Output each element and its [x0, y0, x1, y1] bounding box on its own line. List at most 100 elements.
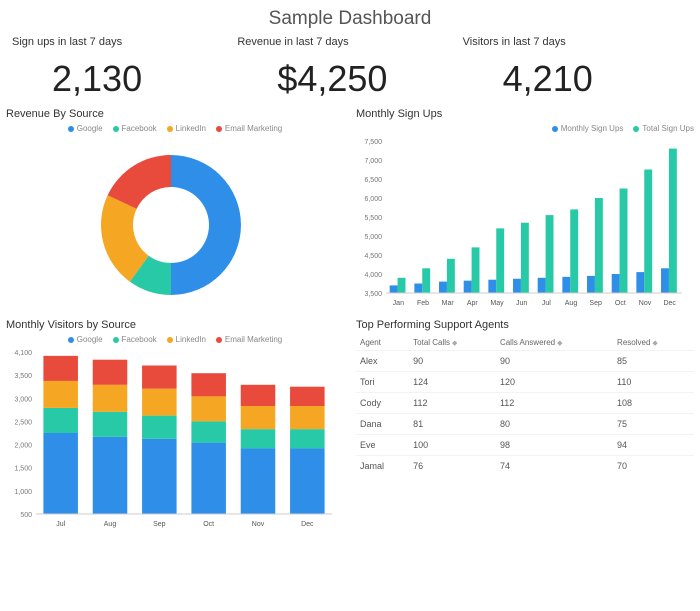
kpi-row: Sign ups in last 7 days 2,130 Revenue in… [0, 36, 700, 100]
table-cell: 100 [409, 435, 496, 456]
panel-monthly-signups: Monthly Sign Ups Monthly Sign Ups Total … [356, 108, 694, 307]
legend-dot-linkedin-icon [167, 126, 173, 132]
table-cell: 124 [409, 372, 496, 393]
kpi-visitors: Visitors in last 7 days 4,210 [463, 36, 688, 100]
legend: Monthly Sign Ups Total Sign Ups [356, 124, 694, 133]
panel-title: Monthly Visitors by Source [6, 319, 344, 331]
table-cell: Tori [356, 372, 409, 393]
svg-text:Jul: Jul [56, 521, 65, 528]
kpi-label: Sign ups in last 7 days [12, 36, 237, 48]
svg-text:5,500: 5,500 [364, 215, 382, 222]
table-header[interactable]: Calls Answered◆ [496, 335, 613, 351]
table-cell: 90 [496, 351, 613, 372]
panel-title: Top Performing Support Agents [356, 319, 694, 331]
visitors-chart: 4,1003,5003,0002,5002,0001,5001,000500Ju… [6, 348, 336, 528]
table-cell: 80 [496, 414, 613, 435]
svg-text:Sep: Sep [153, 521, 166, 528]
svg-text:Sep: Sep [589, 300, 602, 307]
table-cell: 120 [496, 372, 613, 393]
panel-title: Revenue By Source [6, 108, 344, 120]
table-row: Alex909085 [356, 351, 694, 372]
legend-dot-email-icon [216, 337, 222, 343]
kpi-label: Revenue in last 7 days [237, 36, 462, 48]
sort-icon[interactable]: ◆ [652, 340, 657, 347]
table-cell: 85 [613, 351, 694, 372]
table-cell: Alex [356, 351, 409, 372]
svg-text:6,500: 6,500 [364, 177, 382, 184]
panel-monthly-visitors: Monthly Visitors by Source Google Facebo… [6, 319, 344, 528]
agents-table: AgentTotal Calls◆Calls Answered◆Resolved… [356, 335, 694, 476]
svg-text:4,000: 4,000 [364, 272, 382, 279]
legend-dot-facebook-icon [113, 337, 119, 343]
table-row: Tori124120110 [356, 372, 694, 393]
svg-text:6,000: 6,000 [364, 196, 382, 203]
svg-text:Apr: Apr [467, 300, 479, 307]
legend-label: Google [77, 335, 103, 344]
table-cell: 90 [409, 351, 496, 372]
table-row: Eve1009894 [356, 435, 694, 456]
svg-text:7,000: 7,000 [364, 158, 382, 165]
svg-text:5,000: 5,000 [364, 234, 382, 241]
kpi-value: 2,130 [12, 58, 237, 100]
table-cell: 112 [496, 393, 613, 414]
legend-label: Facebook [122, 124, 157, 133]
table-cell: 76 [409, 456, 496, 477]
table-cell: Eve [356, 435, 409, 456]
legend-label: Email Marketing [225, 124, 282, 133]
signups-chart: 7,500 7,000 6,500 6,000 5,500 5,000 4,500 4,000… [356, 137, 686, 307]
table-row: Cody112112108 [356, 393, 694, 414]
table-cell: Dana [356, 414, 409, 435]
svg-text:4,100: 4,100 [14, 350, 32, 357]
svg-text:Nov: Nov [639, 300, 652, 307]
panel-title: Monthly Sign Ups [356, 108, 694, 120]
svg-text:Dec: Dec [301, 521, 314, 528]
legend-label: Facebook [122, 335, 157, 344]
legend-label: Monthly Sign Ups [561, 124, 624, 133]
svg-text:Jun: Jun [516, 300, 527, 307]
sort-icon[interactable]: ◆ [557, 340, 562, 347]
legend-label: Google [77, 124, 103, 133]
table-cell: Jamal [356, 456, 409, 477]
table-cell: 94 [613, 435, 694, 456]
legend-label: Email Marketing [225, 335, 282, 344]
svg-text:May: May [490, 300, 504, 307]
svg-text:2,000: 2,000 [14, 443, 32, 450]
svg-text:Feb: Feb [417, 300, 429, 307]
kpi-value: 4,210 [463, 58, 688, 100]
svg-text:4,500: 4,500 [364, 253, 382, 260]
svg-text:500: 500 [20, 512, 32, 519]
legend: Google Facebook LinkedIn Email Marketing [6, 335, 344, 344]
table-header[interactable]: Agent [356, 335, 409, 351]
svg-text:Nov: Nov [252, 521, 265, 528]
table-header[interactable]: Total Calls◆ [409, 335, 496, 351]
table-cell: 98 [496, 435, 613, 456]
legend-dot-facebook-icon [113, 126, 119, 132]
donut-chart [6, 137, 336, 307]
svg-text:Aug: Aug [565, 300, 578, 307]
svg-text:1,000: 1,000 [14, 489, 32, 496]
svg-text:Aug: Aug [104, 521, 117, 528]
table-header[interactable]: Resolved◆ [613, 335, 694, 351]
legend-dot-monthly-icon [552, 126, 558, 132]
svg-text:Jan: Jan [393, 300, 404, 307]
legend: Google Facebook LinkedIn Email Marketing [6, 124, 344, 133]
table-cell: 75 [613, 414, 694, 435]
table-cell: Cody [356, 393, 409, 414]
kpi-value: $4,250 [237, 58, 462, 100]
legend-dot-google-icon [68, 126, 74, 132]
svg-text:7,500: 7,500 [364, 139, 382, 146]
legend-dot-linkedin-icon [167, 337, 173, 343]
table-cell: 112 [409, 393, 496, 414]
svg-text:1,500: 1,500 [14, 466, 32, 473]
table-cell: 70 [613, 456, 694, 477]
legend-dot-google-icon [68, 337, 74, 343]
panel-revenue-by-source: Revenue By Source Google Facebook Linked… [6, 108, 344, 307]
panel-top-agents: Top Performing Support Agents AgentTotal… [356, 319, 694, 528]
legend-label: Total Sign Ups [642, 124, 694, 133]
svg-text:3,000: 3,000 [14, 396, 32, 403]
sort-icon[interactable]: ◆ [452, 340, 457, 347]
svg-text:3,500: 3,500 [364, 291, 382, 298]
svg-text:Mar: Mar [442, 300, 455, 307]
table-cell: 81 [409, 414, 496, 435]
kpi-revenue: Revenue in last 7 days $4,250 [237, 36, 462, 100]
